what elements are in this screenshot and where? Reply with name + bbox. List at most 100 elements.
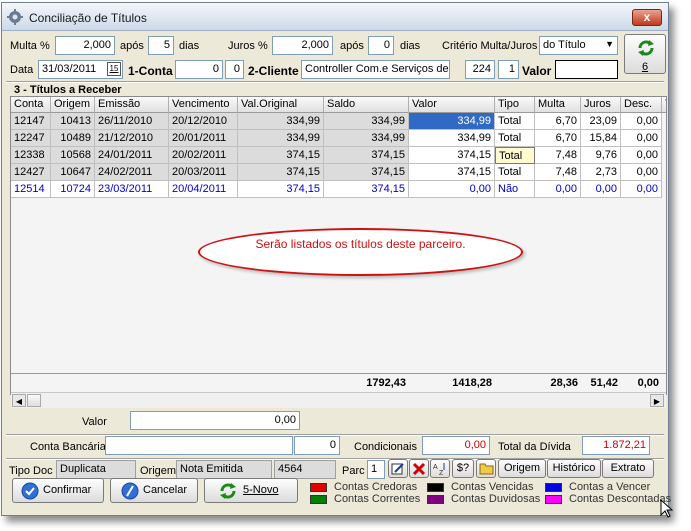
- grid-cell: 334,99: [324, 113, 409, 130]
- legend-label: Contas a Vencer: [569, 481, 651, 493]
- column-header-2[interactable]: Emissão: [95, 97, 169, 113]
- column-header-10[interactable]: Desc.: [621, 97, 662, 113]
- grid-cell: 0,00: [621, 113, 662, 130]
- column-header-5[interactable]: Saldo: [324, 97, 409, 113]
- dias1-label: dias: [179, 40, 200, 52]
- dias2-label: dias: [400, 40, 421, 52]
- criterio-select[interactable]: do Título ▼: [539, 36, 618, 55]
- bottom-valor-input[interactable]: 0,00: [130, 411, 300, 430]
- legend-swatch: [427, 483, 444, 492]
- multa-label: Multa %: [10, 40, 50, 52]
- historico-button[interactable]: Histórico: [547, 459, 601, 478]
- grid-cell: 24/01/2011: [95, 147, 169, 164]
- column-header-11[interactable]: T: [662, 97, 666, 113]
- bottom-valor-label: Valor: [82, 416, 107, 428]
- delete-button[interactable]: [409, 459, 429, 478]
- condicionais-label: Condicionais: [354, 441, 417, 453]
- horizontal-scrollbar[interactable]: ◀ ▶: [11, 392, 666, 408]
- cliente-input[interactable]: Controller Com.e Serviços de F: [301, 60, 450, 79]
- total-saldo: 1792,43: [366, 377, 406, 389]
- grid-cell: 374,15: [238, 147, 324, 164]
- column-header-4[interactable]: Val.Original: [238, 97, 324, 113]
- dollar-query-button[interactable]: $?: [452, 459, 474, 478]
- parc-input[interactable]: 1: [367, 460, 385, 479]
- column-header-7[interactable]: Tipo: [495, 97, 535, 113]
- valor-cell[interactable]: 374,15: [409, 147, 495, 164]
- dollar-query-label: $?: [456, 462, 470, 474]
- conta-bancaria-num[interactable]: 0: [294, 436, 340, 455]
- apos1-input[interactable]: 5: [148, 36, 174, 55]
- grid-cell: 10647: [51, 164, 95, 181]
- cancelar-button[interactable]: Cancelar: [110, 478, 198, 503]
- valor-input[interactable]: [555, 60, 618, 79]
- edit-button[interactable]: [388, 459, 408, 478]
- grid-cell: 20/02/2011: [169, 147, 238, 164]
- conta-extra[interactable]: 0: [225, 60, 244, 79]
- parc-label: Parc: [342, 465, 365, 477]
- refresh-count: 6: [641, 61, 649, 73]
- tipo-cell[interactable]: Total: [495, 147, 535, 164]
- data-value: 31/03/2011: [42, 63, 97, 75]
- total-divida-label: Total da Dívida: [498, 441, 571, 453]
- grid-cell: 374,15: [324, 164, 409, 181]
- scroll-thumb[interactable]: [27, 394, 41, 407]
- column-header-1[interactable]: Origem: [51, 97, 95, 113]
- valor-cell[interactable]: 334,99: [409, 130, 495, 147]
- multa-input[interactable]: 2,000: [55, 36, 115, 55]
- chevron-down-icon: ▼: [605, 39, 614, 49]
- column-header-8[interactable]: Multa: [535, 97, 581, 113]
- tipo-cell[interactable]: Não: [495, 181, 535, 198]
- valor-cell[interactable]: 334,99: [409, 113, 495, 130]
- tipo-cell[interactable]: Total: [495, 113, 535, 130]
- grid-cell: 0,00: [535, 181, 581, 198]
- grid-cell: 374,15: [238, 181, 324, 198]
- tipo-cell[interactable]: Total: [495, 164, 535, 181]
- app-gear-icon: [7, 9, 23, 25]
- column-header-0[interactable]: Conta: [11, 97, 51, 113]
- title-bar: Conciliação de Títulos x: [2, 3, 668, 31]
- column-header-6[interactable]: Valor: [409, 97, 495, 113]
- valor-cell[interactable]: 0,00: [409, 181, 495, 198]
- callout-balloon: Serão listados os títulos deste parceiro…: [198, 228, 523, 276]
- total-valor: 1418,28: [452, 377, 492, 389]
- tipo-cell[interactable]: Total: [495, 130, 535, 147]
- grid-cell: 374,15: [324, 147, 409, 164]
- condicionais-value: 0,00: [422, 436, 490, 455]
- cancel-icon: [121, 482, 139, 500]
- cliente-extra[interactable]: 1: [498, 60, 519, 79]
- cliente-code[interactable]: 224: [465, 60, 495, 79]
- novo-button[interactable]: 5-Novo: [204, 478, 298, 503]
- edit-icon: [391, 463, 404, 475]
- origem-button[interactable]: Origem: [498, 459, 546, 478]
- calendar-icon[interactable]: 15: [107, 62, 121, 76]
- scroll-left-icon[interactable]: ◀: [12, 394, 26, 407]
- juros-input[interactable]: 2,000: [272, 36, 333, 55]
- extrato-button[interactable]: Extrato: [602, 459, 654, 478]
- conta-bancaria-input[interactable]: [105, 436, 293, 455]
- grid-cell: 2,73: [581, 164, 621, 181]
- refresh-button[interactable]: 6: [624, 34, 666, 74]
- folder-icon: [479, 463, 493, 475]
- column-header-3[interactable]: Vencimento: [169, 97, 238, 113]
- conta-label: 1-Conta: [128, 64, 173, 78]
- confirmar-button[interactable]: Confirmar: [12, 478, 104, 503]
- column-header-9[interactable]: Juros: [581, 97, 621, 113]
- grid-cell: 12338: [11, 147, 51, 164]
- conta-input[interactable]: 0: [175, 60, 223, 79]
- conta-bancaria-label: Conta Bancária: [30, 441, 106, 453]
- grid-cell: 334,99: [238, 113, 324, 130]
- grid-cell: 10489: [51, 130, 95, 147]
- scroll-right-icon[interactable]: ▶: [650, 394, 664, 407]
- sort-button[interactable]: AZ: [430, 459, 450, 478]
- close-button[interactable]: x: [632, 9, 662, 26]
- open-folder-button[interactable]: [476, 459, 496, 478]
- data-label: Data: [10, 64, 34, 76]
- grid-cell: 12427: [11, 164, 51, 181]
- total-juros: 51,42: [590, 377, 618, 389]
- data-input[interactable]: 31/03/2011 15: [38, 60, 123, 79]
- grid-cell: 0,00: [621, 164, 662, 181]
- valor-cell[interactable]: 374,15: [409, 164, 495, 181]
- apos2-input[interactable]: 0: [368, 36, 394, 55]
- total-multa: 28,36: [550, 377, 578, 389]
- grid-cell: 12514: [11, 181, 51, 198]
